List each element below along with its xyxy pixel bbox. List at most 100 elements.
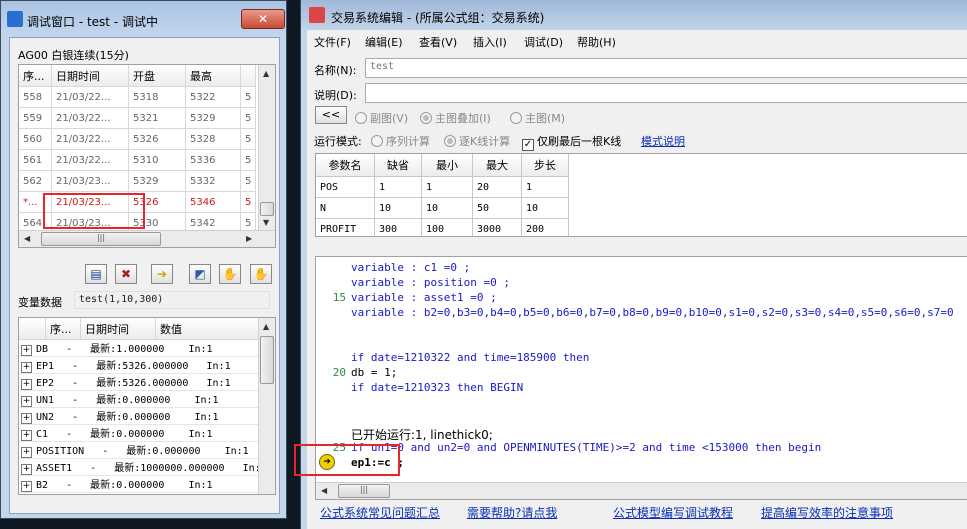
param-col-header[interactable]: 缺省 [374, 154, 422, 177]
last-bar-checkbox[interactable]: ✓ 仅刷最后一根K线 [522, 133, 621, 151]
scroll-thumb[interactable] [260, 336, 274, 384]
footer-link-help[interactable]: 需要帮助?请点我 [467, 504, 557, 521]
expand-icon[interactable]: + [21, 362, 32, 373]
param-row[interactable]: POS 1 1 20 1 [316, 176, 569, 198]
menu-help[interactable]: 帮助(H) [577, 34, 616, 50]
param-cell[interactable]: 10 [521, 197, 569, 219]
scroll-up-icon[interactable]: ▲ [263, 322, 269, 331]
scroll-thumb[interactable]: ||| [338, 484, 390, 498]
footer-link-tutorial[interactable]: 公式模型编写调试教程 [613, 504, 733, 521]
scroll-left-icon[interactable]: ◀ [24, 234, 30, 243]
menu-edit[interactable]: 编辑(E) [365, 34, 403, 50]
var-row[interactable]: + UN2 - 最新:0.000000 In:1 [19, 407, 267, 425]
vars-col-header[interactable]: 数值 [155, 318, 268, 340]
param-cell[interactable]: PROFIT [316, 218, 375, 236]
price-row[interactable]: 562 21/03/23... 5329 5332 5 [19, 170, 256, 192]
price-col-header[interactable] [240, 65, 256, 87]
radio-bar-calc[interactable]: 逐K线计算 [444, 133, 510, 149]
expand-icon[interactable]: + [21, 345, 32, 356]
param-cell[interactable]: 1 [521, 176, 569, 198]
close-icon[interactable]: ✕ [241, 9, 285, 29]
param-cell[interactable]: POS [316, 176, 375, 198]
var-row[interactable]: + EP1 - 最新:5326.000000 In:1 [19, 356, 267, 374]
name-field[interactable]: test [365, 58, 967, 78]
debug-window-titlebar[interactable]: 调试窗口 - test - 调试中 ✕ [1, 1, 286, 37]
price-row[interactable]: 559 21/03/22... 5321 5329 5 [19, 107, 256, 129]
vars-vscroll[interactable]: ▲ [258, 318, 275, 494]
param-col-header[interactable]: 参数名 [316, 154, 375, 177]
scroll-up-icon[interactable]: ▲ [263, 69, 269, 78]
price-vscroll[interactable]: ▲ ▼ [258, 65, 275, 230]
footer-link-faq[interactable]: 公式系统常见问题汇总 [320, 504, 440, 521]
scroll-thumb[interactable]: ||| [41, 232, 161, 246]
param-cell[interactable]: 300 [374, 218, 422, 236]
run-to-icon[interactable]: ➔ [151, 264, 173, 284]
param-col-header[interactable]: 步长 [521, 154, 569, 177]
price-col-header[interactable]: 日期时间 [51, 65, 129, 87]
mode-help-link[interactable]: 模式说明 [641, 133, 685, 149]
price-row[interactable]: 560 21/03/22... 5326 5328 5 [19, 128, 256, 150]
editor-window-titlebar[interactable]: 交易系统编辑 - (所属公式组：交易系统) [301, 0, 967, 30]
menu-insert[interactable]: 插入(I) [473, 34, 507, 50]
var-row[interactable]: + POSITION - 最新:0.000000 In:1 [19, 441, 267, 459]
menu-view[interactable]: 查看(V) [419, 34, 457, 50]
scroll-down-icon[interactable]: ▼ [263, 218, 269, 227]
scroll-right-icon[interactable]: ▶ [246, 234, 252, 243]
param-col-header[interactable]: 最大 [472, 154, 522, 177]
scroll-thumb[interactable] [260, 202, 274, 216]
code-hscroll[interactable]: ◀ ||| [316, 482, 967, 499]
param-cell[interactable]: 100 [421, 218, 473, 236]
param-row[interactable]: N 10 10 50 10 [316, 197, 569, 219]
param-cell[interactable]: 10 [374, 197, 422, 219]
vars-col-header[interactable]: 序... [45, 318, 81, 340]
collapse-button[interactable]: << [315, 106, 347, 124]
expand-icon[interactable]: + [21, 413, 32, 424]
param-cell[interactable]: 20 [472, 176, 522, 198]
menu-file[interactable]: 文件(F) [314, 34, 351, 50]
expand-icon[interactable]: + [21, 430, 32, 441]
price-col-header[interactable]: 序... [19, 65, 52, 87]
breakpoint-hand-icon[interactable]: ✋ [250, 264, 272, 284]
param-cell[interactable]: 10 [421, 197, 473, 219]
var-row[interactable]: + B2 - 最新:0.000000 In:1 [19, 475, 267, 493]
param-row[interactable]: PROFIT 300 100 3000 200 [316, 218, 569, 236]
expand-icon[interactable]: + [21, 447, 32, 458]
var-row[interactable]: + DB - 最新:1.000000 In:1 [19, 339, 267, 357]
expand-icon[interactable]: + [21, 464, 32, 475]
expand-icon[interactable]: + [21, 396, 32, 407]
radio-sub-chart[interactable]: 副图(V) [355, 110, 408, 126]
param-cell[interactable]: 200 [521, 218, 569, 236]
radio-main-chart[interactable]: 主图(M) [510, 110, 565, 126]
radio-series-calc[interactable]: 序列计算 [371, 133, 430, 149]
param-cell[interactable]: 1 [421, 176, 473, 198]
param-cell[interactable]: 1 [374, 176, 422, 198]
vars-col-header[interactable]: 日期时间 [80, 318, 156, 340]
var-row[interactable]: + UN1 - 最新:0.000000 In:1 [19, 390, 267, 408]
param-cell[interactable]: N [316, 197, 375, 219]
price-hscroll[interactable]: ◀ ||| ▶ [19, 230, 275, 247]
menu-debug[interactable]: 调试(D) [524, 34, 563, 50]
step-into-icon[interactable]: ▤ [85, 264, 107, 284]
chart-icon[interactable]: ◩ [189, 264, 211, 284]
desc-field[interactable] [365, 83, 967, 103]
expand-icon[interactable]: + [21, 379, 32, 390]
expand-icon[interactable]: + [21, 481, 32, 492]
var-row[interactable]: + EP2 - 最新:5326.000000 In:1 [19, 373, 267, 391]
code-editor[interactable]: variable : c1 =0 ; variable : position =0… [315, 256, 967, 500]
scroll-left-icon[interactable]: ◀ [321, 486, 327, 495]
params-grid[interactable]: 参数名 缺省 最小 最大 步长 POS 1 1 20 1 N 10 10 50 10 PROFIT 3… [315, 153, 967, 237]
var-row[interactable]: + C1 - 最新:0.000000 In:1 [19, 424, 267, 442]
hand-icon[interactable]: ✋ [219, 264, 241, 284]
price-col-header[interactable]: 开盘 [128, 65, 186, 87]
price-col-header[interactable]: 最高 [185, 65, 241, 87]
param-cell[interactable]: 50 [472, 197, 522, 219]
stop-icon[interactable]: ✖ [115, 264, 137, 284]
param-cell[interactable]: 3000 [472, 218, 522, 236]
var-row[interactable]: + ASSET1 - 最新:1000000.000000 In:1 [19, 458, 267, 476]
radio-main-overlay[interactable]: 主图叠加(I) [420, 110, 491, 126]
price-row[interactable]: 561 21/03/22... 5310 5336 5 [19, 149, 256, 171]
footer-link-efficiency[interactable]: 提高编写效率的注意事项 [761, 504, 893, 521]
param-col-header[interactable]: 最小 [421, 154, 473, 177]
price-row[interactable]: 558 21/03/22... 5318 5322 5 [19, 86, 256, 108]
vars-grid[interactable]: 序... 日期时间 数值 + DB - 最新:1.000000 In:1 + EP1 … [18, 317, 276, 495]
